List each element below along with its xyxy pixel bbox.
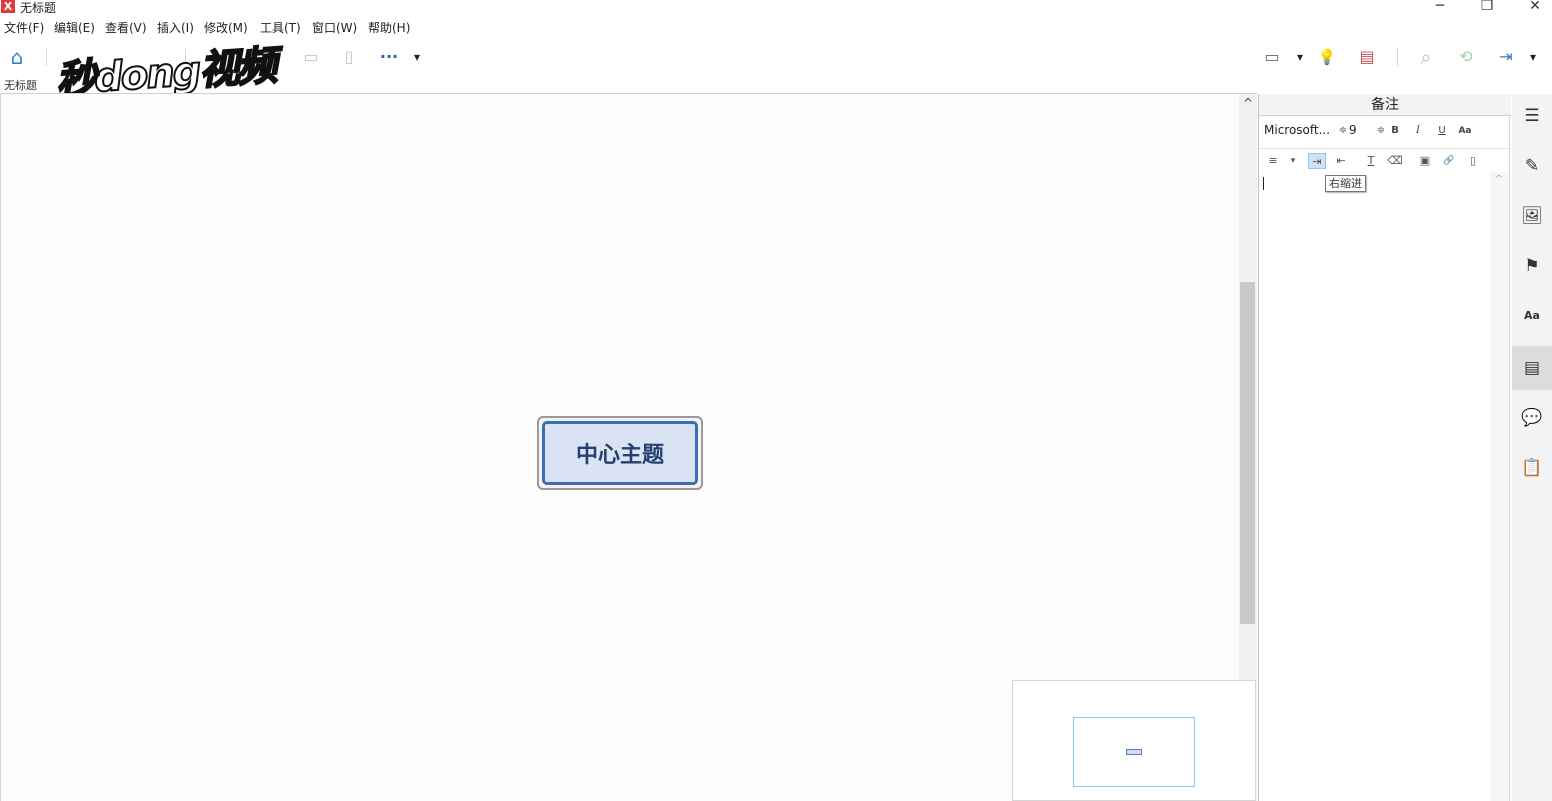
text-case-button[interactable]: Aa xyxy=(1456,122,1474,140)
toolbar-separator xyxy=(46,48,47,66)
toolbar-separator xyxy=(1397,48,1398,66)
window-title: 无标题 xyxy=(20,1,57,15)
font-size-select[interactable]: 9 xyxy=(1349,123,1357,137)
align-dropdown-icon[interactable]: ▾ xyxy=(1284,153,1302,169)
marker-flag-icon[interactable]: ⚑ xyxy=(1512,244,1552,288)
notes-font-toolbar: Microsoft... ≑ 9 ≑ B I U Aa xyxy=(1259,118,1511,144)
task-clipboard-icon[interactable]: 📋 xyxy=(1512,446,1552,490)
share-icon[interactable]: ⟲ xyxy=(1455,46,1477,68)
indent-right-icon[interactable]: ⇥ xyxy=(1308,153,1326,169)
minimize-button[interactable]: ─ xyxy=(1425,0,1455,14)
font-family-select[interactable]: Microsoft... xyxy=(1264,123,1330,137)
font-style-icon[interactable]: Aa xyxy=(1512,294,1552,338)
notes-vertical-scrollbar[interactable]: ^ xyxy=(1490,172,1508,801)
align-icon[interactable]: ≡ xyxy=(1264,153,1282,169)
notes-text-caret xyxy=(1263,177,1264,190)
notes-paragraph-toolbar: ≡ ▾ ⇥ ⇤ T ⌫ ▣ 🔗 ▯ xyxy=(1259,148,1511,172)
more-icon[interactable]: ··· xyxy=(378,46,400,68)
underline-button[interactable]: U xyxy=(1433,122,1451,140)
comment-icon[interactable]: 💬 xyxy=(1512,396,1552,440)
overview-topic xyxy=(1126,749,1142,755)
menu-view[interactable]: 查看(V) xyxy=(105,19,147,36)
notes-panel-title: 备注 xyxy=(1259,94,1511,116)
attachment-icon[interactable]: ▯ xyxy=(1464,153,1482,169)
clear-format-icon[interactable]: T xyxy=(1362,153,1380,169)
menu-bar: 文件(F) 编辑(E) 查看(V) 插入(I) 修改(M) 工具(T) 窗口(W… xyxy=(0,18,1552,38)
indent-right-tooltip: 右缩进 xyxy=(1325,175,1366,192)
menu-insert[interactable]: 插入(I) xyxy=(157,19,194,36)
menu-file[interactable]: 文件(F) xyxy=(4,19,44,36)
outline-icon[interactable]: ☰ xyxy=(1512,94,1552,138)
title-bar: X 无标题 ─ ❐ ✕ xyxy=(0,0,1552,16)
restore-button[interactable]: ❐ xyxy=(1472,0,1502,14)
app-logo-icon: X xyxy=(1,0,15,13)
export-icon[interactable]: ⇥ xyxy=(1495,46,1517,68)
brainstorm-icon[interactable]: 💡 xyxy=(1316,46,1338,68)
home-icon[interactable]: ⌂ xyxy=(6,46,28,68)
format-brush-icon[interactable]: ✎ xyxy=(1512,144,1552,188)
bold-button[interactable]: B xyxy=(1386,122,1404,140)
export-dropdown-icon[interactable]: ▾ xyxy=(1522,46,1544,68)
presentation-icon[interactable]: ▭ xyxy=(1261,46,1283,68)
eraser-icon[interactable]: ⌫ xyxy=(1386,153,1404,169)
menu-modify[interactable]: 修改(M) xyxy=(204,19,248,36)
boundary-icon[interactable]: ▯ xyxy=(338,46,360,68)
notes-scroll-up-icon[interactable]: ^ xyxy=(1490,174,1508,185)
insert-image-icon[interactable]: ▣ xyxy=(1416,153,1434,169)
close-button[interactable]: ✕ xyxy=(1520,0,1550,14)
scroll-up-icon[interactable]: ^ xyxy=(1239,96,1257,110)
menu-help[interactable]: 帮助(H) xyxy=(368,19,410,36)
overview-minimap[interactable] xyxy=(1012,680,1256,801)
gantt-icon[interactable]: ▤ xyxy=(1356,46,1378,68)
menu-edit[interactable]: 编辑(E) xyxy=(54,19,95,36)
central-topic[interactable]: 中心主题 xyxy=(537,416,703,490)
relationship-icon[interactable]: ▭ xyxy=(300,46,322,68)
menu-window[interactable]: 窗口(W) xyxy=(312,19,357,36)
overview-viewport[interactable] xyxy=(1073,717,1195,787)
search-icon[interactable]: ⌕ xyxy=(1415,46,1437,68)
indent-left-icon[interactable]: ⇤ xyxy=(1332,153,1350,169)
right-sidebar: ☰ ✎ 🖼 ⚑ Aa ▤ 💬 📋 xyxy=(1512,94,1552,801)
presentation-dropdown-icon[interactable]: ▾ xyxy=(1289,46,1311,68)
scrollbar-thumb[interactable] xyxy=(1240,282,1255,624)
document-tab[interactable]: 无标题 xyxy=(0,77,41,93)
italic-button[interactable]: I xyxy=(1409,122,1427,140)
image-icon[interactable]: 🖼 xyxy=(1512,194,1552,238)
notes-panel: 备注 Microsoft... ≑ 9 ≑ B I U Aa ≡ ▾ ⇥ ⇤ T… xyxy=(1258,94,1511,801)
notes-icon[interactable]: ▤ xyxy=(1512,346,1552,390)
more-dropdown-icon[interactable]: ▾ xyxy=(406,46,428,68)
central-topic-label: 中心主题 xyxy=(542,421,698,485)
insert-link-icon[interactable]: 🔗 xyxy=(1440,153,1458,169)
